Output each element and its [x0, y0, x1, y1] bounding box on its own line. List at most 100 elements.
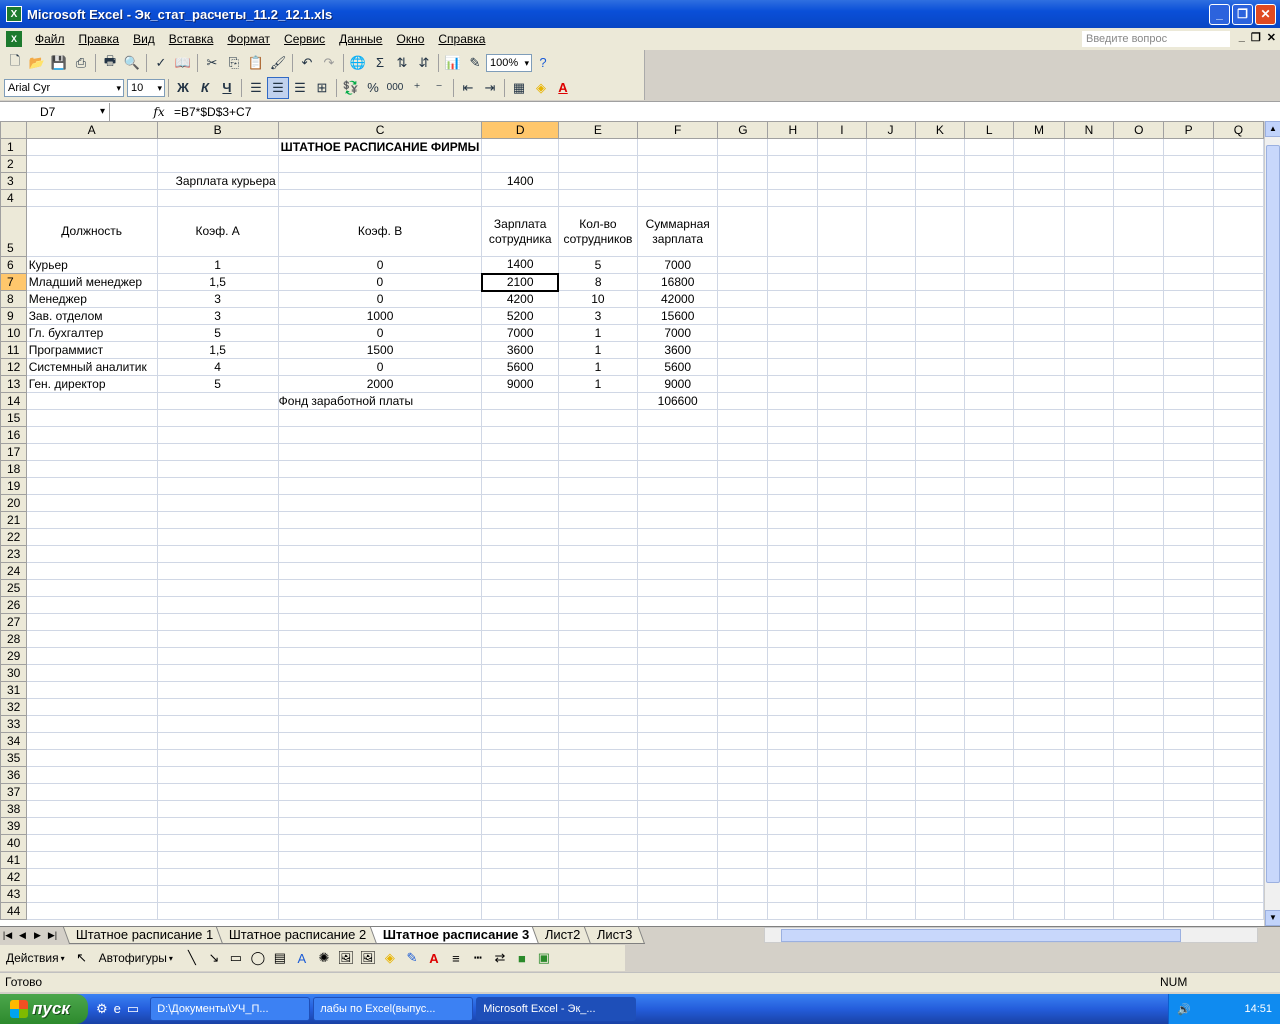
cell[interactable]: Кол-во сотрудников [557, 206, 638, 257]
cell[interactable] [25, 851, 158, 869]
cell[interactable] [1013, 681, 1065, 699]
cell[interactable] [767, 749, 819, 767]
cell[interactable] [1163, 902, 1214, 920]
cell[interactable] [817, 902, 867, 920]
cell[interactable] [481, 409, 559, 427]
cell[interactable] [557, 783, 638, 801]
cell[interactable] [1113, 715, 1165, 733]
cell[interactable] [1013, 528, 1065, 546]
row-header[interactable]: 39 [0, 817, 27, 835]
cell[interactable] [25, 426, 158, 444]
cell[interactable] [557, 579, 638, 597]
cell[interactable] [156, 613, 279, 631]
cell[interactable] [1013, 579, 1065, 597]
cell[interactable] [1013, 800, 1065, 818]
cell[interactable] [964, 715, 1015, 733]
cell[interactable] [1013, 749, 1065, 767]
cell[interactable] [277, 681, 483, 699]
cell[interactable] [1113, 783, 1165, 801]
currency-icon[interactable]: 💱 [340, 77, 362, 99]
fill-color-icon[interactable]: ◈ [530, 77, 552, 99]
decrease-indent-icon[interactable]: ⇤ [457, 77, 479, 99]
row-header[interactable]: 8 [0, 290, 27, 308]
cell[interactable] [767, 358, 819, 376]
cell[interactable] [914, 647, 966, 665]
cell[interactable] [1212, 545, 1264, 563]
cell[interactable] [1212, 358, 1264, 376]
cell[interactable] [1163, 885, 1214, 903]
cell[interactable] [817, 834, 867, 852]
cell[interactable]: 5 [156, 324, 279, 342]
cell[interactable] [717, 443, 769, 461]
cell[interactable] [865, 545, 916, 563]
row-header[interactable]: 38 [0, 800, 27, 818]
cell[interactable] [717, 851, 769, 869]
cell[interactable]: Должность [25, 206, 158, 257]
cell[interactable] [557, 613, 638, 631]
column-header[interactable]: N [1063, 121, 1115, 139]
cell[interactable] [1013, 392, 1065, 410]
cell[interactable]: 1 [557, 324, 638, 342]
cell[interactable] [1113, 138, 1165, 156]
cell[interactable] [717, 783, 769, 801]
arrow-style-icon[interactable]: ⇄ [489, 950, 511, 966]
cell[interactable] [156, 596, 279, 614]
menu-item[interactable]: Правка [72, 32, 127, 46]
cell[interactable] [865, 290, 916, 308]
cell[interactable] [25, 613, 158, 631]
cell[interactable] [1063, 324, 1115, 342]
cell[interactable] [156, 562, 279, 580]
cell[interactable] [25, 766, 158, 784]
cell[interactable] [717, 273, 769, 291]
cell[interactable] [767, 341, 819, 359]
cell[interactable] [914, 443, 966, 461]
cell[interactable] [1113, 868, 1165, 886]
cell[interactable] [1212, 375, 1264, 393]
save-icon[interactable]: 💾 [48, 52, 70, 74]
cell[interactable] [767, 596, 819, 614]
font-color-draw-icon[interactable]: A [423, 951, 445, 966]
cell[interactable] [1113, 562, 1165, 580]
cell[interactable] [481, 851, 559, 869]
cell[interactable] [1063, 851, 1115, 869]
column-header[interactable]: L [964, 121, 1015, 139]
line-style-icon[interactable]: ≡ [445, 951, 467, 966]
cell[interactable] [817, 698, 867, 716]
cell[interactable] [1212, 766, 1264, 784]
cell[interactable] [481, 902, 559, 920]
cell[interactable] [964, 732, 1015, 750]
row-header[interactable]: 40 [0, 834, 27, 852]
cell[interactable] [964, 545, 1015, 563]
cell[interactable] [156, 647, 279, 665]
cell[interactable] [636, 579, 719, 597]
cell[interactable] [1113, 172, 1165, 190]
cell[interactable] [964, 477, 1015, 495]
cell[interactable] [964, 155, 1015, 173]
textbox-icon[interactable]: ▤ [269, 950, 291, 966]
cell[interactable] [964, 392, 1015, 410]
cell[interactable] [481, 189, 559, 207]
cut-icon[interactable]: ✂ [201, 52, 223, 74]
cell[interactable] [636, 494, 719, 512]
cell[interactable] [914, 868, 966, 886]
cell[interactable] [1113, 630, 1165, 648]
cell[interactable] [717, 528, 769, 546]
cell[interactable] [717, 392, 769, 410]
cell[interactable] [1013, 273, 1065, 291]
cell[interactable] [1063, 681, 1115, 699]
rectangle-icon[interactable]: ▭ [225, 950, 247, 966]
cell[interactable] [817, 800, 867, 818]
cell[interactable] [636, 545, 719, 563]
cell[interactable] [717, 138, 769, 156]
cell[interactable] [1013, 698, 1065, 716]
cell[interactable] [964, 766, 1015, 784]
line-icon[interactable]: ╲ [181, 950, 203, 966]
cell[interactable] [964, 783, 1015, 801]
cell[interactable] [636, 851, 719, 869]
cell[interactable] [865, 885, 916, 903]
sheet-tab[interactable]: Лист3 [583, 927, 646, 944]
cell[interactable] [1212, 664, 1264, 682]
cell[interactable] [636, 868, 719, 886]
cell[interactable] [1163, 409, 1214, 427]
cell[interactable] [156, 443, 279, 461]
